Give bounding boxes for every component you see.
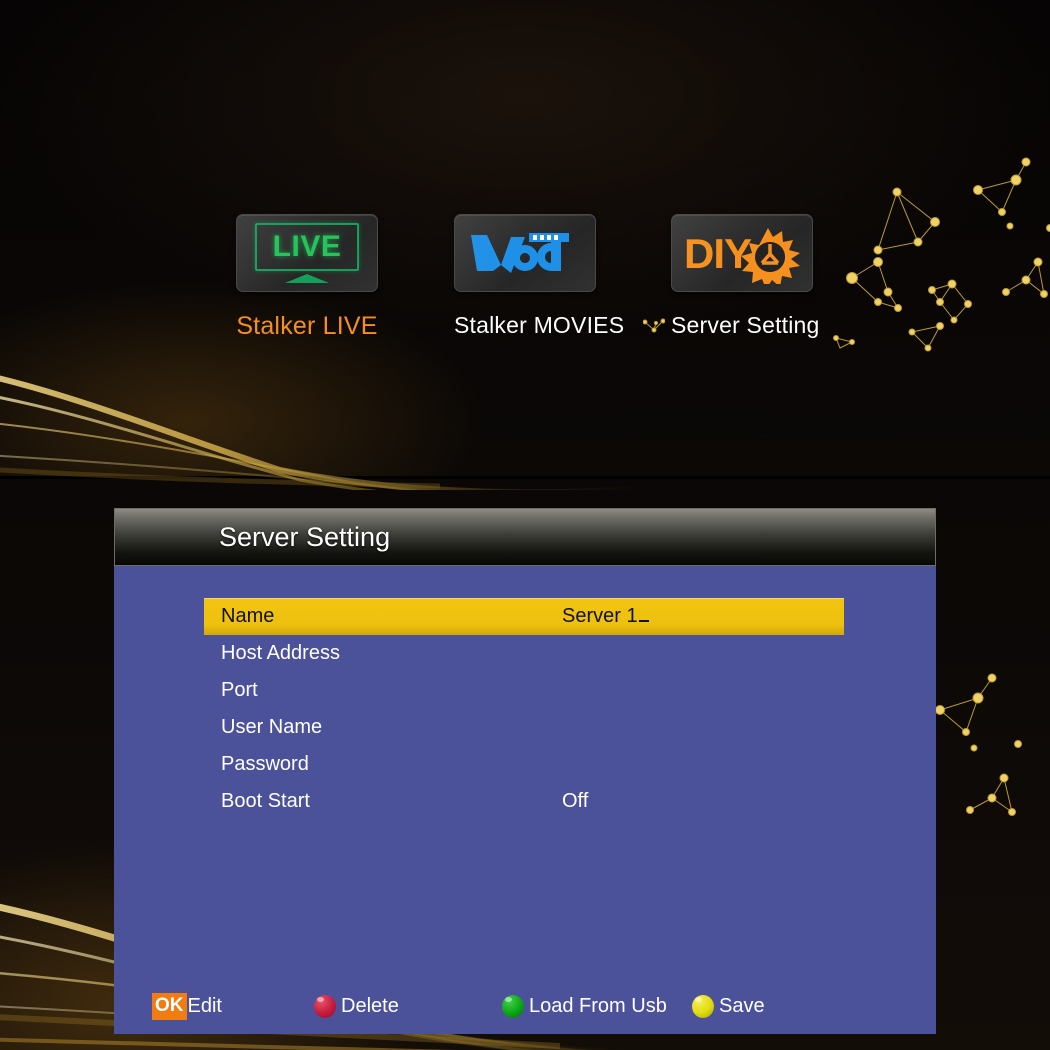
diy-gear-icon: DIY: [678, 222, 806, 284]
background-seam: [0, 476, 1050, 479]
app-launcher-row: LIVE Stalker LIVE Stalker MOVIES DIY Ser…: [0, 214, 1050, 364]
constellation-glyph-icon: [643, 318, 665, 334]
dialog-action-bar: OK Edit Delete Load From Usb Save: [114, 992, 936, 1020]
dialog-body: Name Server 1 Host Address Port User Nam…: [114, 566, 936, 1034]
tv-launcher-screen: LIVE Stalker LIVE Stalker MOVIES DIY Ser…: [0, 0, 1050, 1050]
dialog-title: Server Setting: [219, 521, 391, 552]
live-stand-shape: [285, 274, 329, 283]
form-label-user-name: User Name: [221, 716, 323, 738]
form-row-user-name[interactable]: User Name: [204, 709, 844, 746]
form-value-boot-start[interactable]: Off: [562, 790, 588, 813]
form-label-password: Password: [221, 753, 309, 775]
text-caret: [638, 620, 649, 622]
launcher-label-server-setting-text: Server Setting: [671, 312, 820, 338]
action-label-edit: Edit: [187, 994, 222, 1017]
vod-icon: [467, 225, 583, 281]
green-key-icon: [502, 994, 524, 1018]
action-save[interactable]: Save: [692, 992, 765, 1020]
live-screen-shape: LIVE: [255, 223, 359, 271]
action-delete[interactable]: Delete: [314, 992, 399, 1020]
launcher-item-server-setting[interactable]: DIY Server Setting: [643, 214, 820, 339]
form-row-name[interactable]: Name Server 1: [204, 598, 844, 635]
form-value-name[interactable]: Server 1: [562, 605, 649, 628]
red-key-icon: [314, 994, 336, 1018]
form-label-port: Port: [221, 679, 258, 701]
diy-tile[interactable]: DIY: [671, 214, 813, 292]
yellow-key-icon: [692, 994, 714, 1018]
ok-key-badge: OK: [152, 992, 187, 1020]
form-label-boot-start: Boot Start: [221, 790, 310, 812]
dialog-header: Server Setting: [114, 508, 936, 566]
launcher-item-stalker-movies[interactable]: Stalker MOVIES: [454, 214, 624, 339]
server-settings-form: Name Server 1 Host Address Port User Nam…: [204, 598, 844, 820]
launcher-label-stalker-movies: Stalker MOVIES: [454, 312, 625, 338]
form-label-name: Name: [221, 605, 275, 627]
live-tv-tile[interactable]: LIVE: [236, 214, 378, 292]
form-row-password[interactable]: Password: [204, 746, 844, 783]
live-tv-icon: LIVE: [255, 223, 359, 283]
form-row-host-address[interactable]: Host Address: [204, 635, 844, 672]
action-label-save: Save: [719, 994, 765, 1017]
action-label-load-from-usb: Load From Usb: [529, 994, 667, 1017]
vod-tile[interactable]: [454, 214, 596, 292]
action-edit[interactable]: OK Edit: [152, 992, 222, 1020]
live-icon-text: LIVE: [272, 230, 342, 263]
form-row-port[interactable]: Port: [204, 672, 844, 709]
form-label-host-address: Host Address: [221, 642, 340, 664]
launcher-label-server-setting: Server Setting: [643, 312, 820, 339]
form-row-boot-start[interactable]: Boot Start Off: [204, 783, 844, 820]
action-label-delete: Delete: [341, 994, 399, 1017]
server-setting-dialog: Server Setting Name Server 1 Host Addres…: [114, 508, 936, 1034]
launcher-item-stalker-live[interactable]: LIVE Stalker LIVE: [236, 214, 378, 341]
svg-text:DIY: DIY: [684, 230, 752, 277]
launcher-label-stalker-live: Stalker LIVE: [236, 312, 378, 340]
action-load-from-usb[interactable]: Load From Usb: [502, 992, 667, 1020]
